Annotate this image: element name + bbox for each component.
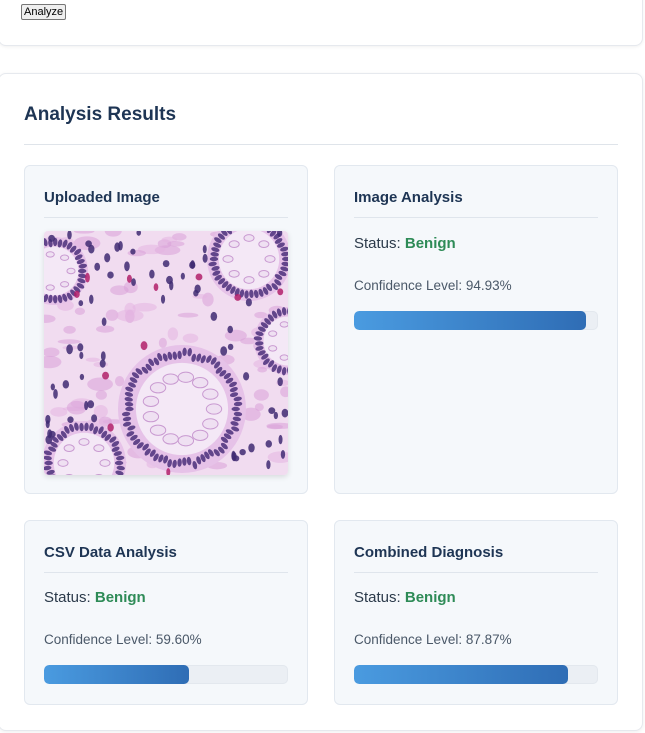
panel-divider: [44, 217, 288, 218]
status-label: Status:: [44, 589, 91, 606]
csv-analysis-title: CSV Data Analysis: [44, 544, 177, 561]
uploaded-image-title: Uploaded Image: [44, 189, 160, 206]
results-divider: [24, 144, 618, 145]
panel-divider: [354, 572, 598, 573]
status-badge: Benign: [404, 589, 456, 606]
status-label: Status:: [354, 235, 401, 252]
confidence-bar-fill: [354, 665, 569, 684]
image-analysis-confidence-bar: [354, 311, 598, 330]
image-analysis-panel: Image Analysis Status: Benign Confidence…: [334, 165, 618, 494]
results-title: Analysis Results: [24, 104, 177, 125]
upload-card: Analyze: [0, 0, 643, 46]
combined-confidence-text: Confidence Level: 87.87%: [354, 632, 512, 647]
combined-diagnosis-panel: Combined Diagnosis Status: Benign Confid…: [334, 520, 618, 705]
status-badge: Benign: [404, 235, 456, 252]
status-badge: Benign: [94, 589, 146, 606]
combined-diagnosis-title: Combined Diagnosis: [354, 544, 504, 561]
combined-confidence-bar: [354, 665, 598, 684]
csv-analysis-status: Status: Benign: [44, 589, 146, 606]
histology-image: [44, 231, 288, 475]
csv-analysis-panel: CSV Data Analysis Status: Benign Confide…: [24, 520, 308, 705]
confidence-bar-fill: [44, 665, 190, 684]
analysis-results-card: Analysis Results Uploaded Image Image An…: [0, 73, 643, 731]
uploaded-histology-image: [44, 231, 288, 475]
confidence-bar-fill: [354, 311, 586, 330]
combined-status: Status: Benign: [354, 589, 456, 606]
image-analysis-title: Image Analysis: [354, 189, 463, 206]
image-analysis-status: Status: Benign: [354, 235, 456, 252]
panel-divider: [44, 572, 288, 573]
analyze-button[interactable]: Analyze: [21, 4, 67, 20]
status-label: Status:: [354, 589, 401, 606]
panel-divider: [354, 217, 598, 218]
csv-analysis-confidence-text: Confidence Level: 59.60%: [44, 632, 202, 647]
image-analysis-confidence-text: Confidence Level: 94.93%: [354, 278, 512, 293]
csv-analysis-confidence-bar: [44, 665, 288, 684]
uploaded-image-panel: Uploaded Image: [24, 165, 308, 494]
